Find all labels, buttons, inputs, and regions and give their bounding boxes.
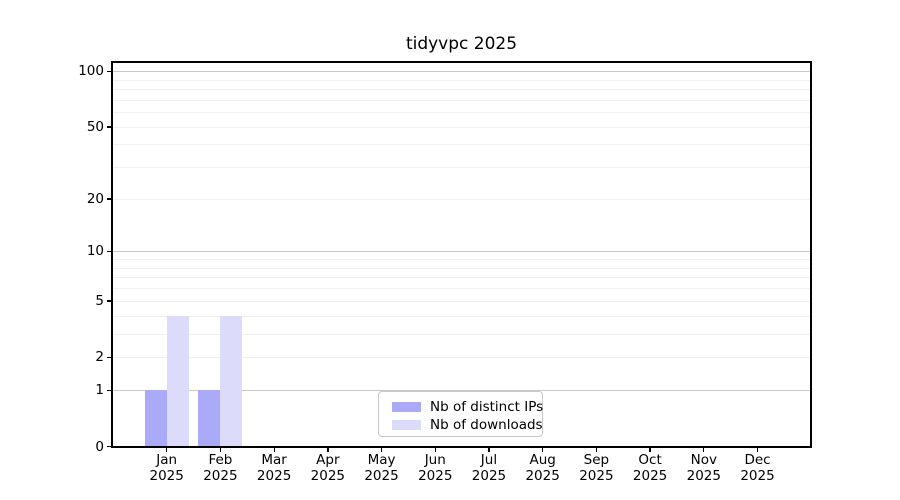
y-gridline-minor — [112, 288, 811, 290]
y-tick-label: 0 — [95, 438, 104, 455]
y-gridline-minor — [112, 126, 811, 128]
y-tick-label: 10 — [86, 243, 104, 260]
chart-title: tidyvpc 2025 — [405, 34, 518, 54]
y-tick — [106, 198, 112, 200]
y-tick-label: 20 — [86, 190, 104, 207]
bar-downloads — [166, 315, 189, 447]
legend-label: Nb of downloads — [430, 417, 543, 433]
x-tick-year: 2025 — [740, 468, 775, 484]
bar-distinct-ips — [144, 390, 167, 447]
y-gridline-minor — [112, 144, 811, 146]
y-tick-label: 1 — [95, 382, 104, 399]
x-tick-month: Dec — [744, 452, 771, 468]
figure: tidyvpc 2025 Nb of distinct IPs Nb of dow… — [0, 0, 900, 500]
legend-item: Nb of downloads — [392, 417, 543, 433]
y-gridline-minor — [112, 112, 811, 114]
y-tick — [106, 389, 112, 391]
y-gridline-minor — [112, 99, 811, 101]
legend: Nb of distinct IPs Nb of downloads — [378, 391, 543, 437]
y-tick — [106, 300, 112, 302]
plot-border-right — [810, 61, 812, 448]
bar-distinct-ips — [198, 390, 221, 447]
y-gridline-minor — [112, 267, 811, 269]
y-gridline-minor — [112, 357, 811, 359]
legend-swatch — [392, 419, 421, 431]
y-gridline-minor — [112, 167, 811, 169]
x-tick-label: Dec 2025 — [726, 452, 790, 484]
y-gridline-major — [112, 71, 811, 73]
y-tick-label: 5 — [95, 292, 104, 309]
y-gridline-minor — [112, 259, 811, 261]
legend-label: Nb of distinct IPs — [430, 399, 544, 415]
bar-downloads — [220, 315, 243, 447]
y-tick — [106, 446, 112, 448]
y-tick — [106, 126, 112, 128]
y-gridline-minor — [112, 198, 811, 200]
y-gridline-minor — [112, 277, 811, 279]
plot-border-top — [111, 61, 812, 63]
y-tick — [106, 70, 112, 72]
legend-swatch — [392, 401, 421, 413]
y-tick-label: 2 — [95, 349, 104, 366]
y-gridline-minor — [112, 300, 811, 302]
y-tick-label: 100 — [78, 63, 104, 80]
y-gridline-major — [112, 251, 811, 253]
plot-area — [112, 62, 811, 447]
y-tick — [106, 250, 112, 253]
y-tick — [106, 356, 112, 358]
y-gridline-minor — [112, 333, 811, 335]
x-axis-line — [111, 446, 812, 448]
y-gridline-minor — [112, 315, 811, 317]
legend-item: Nb of distinct IPs — [392, 399, 544, 415]
y-tick-label: 50 — [86, 118, 104, 135]
y-gridline-minor — [112, 79, 811, 81]
y-gridline-minor — [112, 89, 811, 91]
